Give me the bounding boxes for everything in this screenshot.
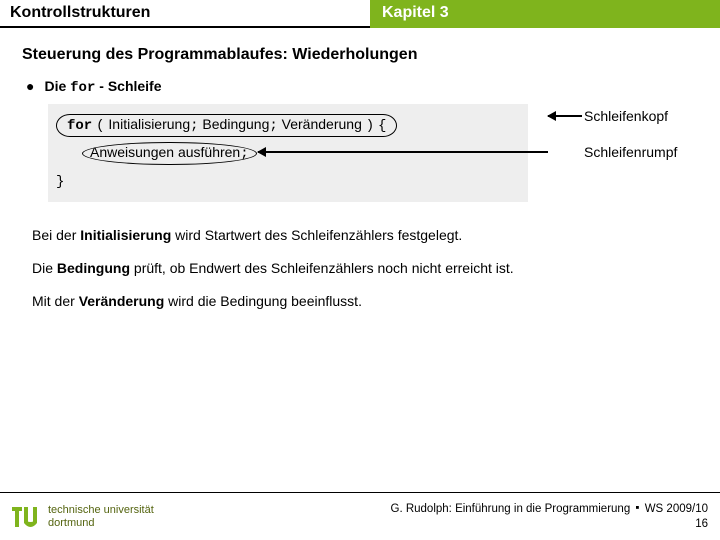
- para-change: Mit der Veränderung wird die Bedingung b…: [32, 292, 698, 311]
- sym-rbrace: }: [56, 174, 64, 190]
- p3c: wird die Bedingung beeinflusst.: [164, 293, 362, 309]
- section-title: Steuerung des Programmablaufes: Wiederho…: [22, 46, 698, 64]
- sym-semi1: ;: [190, 118, 198, 134]
- label-schleifenrumpf: Schleifenrumpf: [584, 144, 677, 160]
- p3b: Veränderung: [79, 293, 165, 309]
- para-init: Bei der Initialisierung wird Startwert d…: [32, 226, 698, 245]
- stmt-ellipse: Anweisungen ausführen;: [82, 142, 257, 165]
- slide-content: Steuerung des Programmablaufes: Wiederho…: [0, 28, 720, 311]
- bullet-suffix: - Schleife: [99, 78, 161, 94]
- footer-credit: G. Rudolph: Einführung in die Programmie…: [391, 502, 709, 532]
- code-head-line: for ( Initialisierung; Bedingung; Veränd…: [56, 110, 520, 138]
- credit-line: G. Rudolph: Einführung in die Programmie…: [391, 502, 709, 517]
- page-number: 16: [391, 517, 709, 532]
- code-close-line: }: [56, 166, 520, 196]
- token-stmt: Anweisungen ausführen: [90, 144, 240, 160]
- token-cond: Bedingung: [202, 116, 269, 132]
- bullet-text: Die for - Schleife: [44, 78, 161, 96]
- para-cond: Die Bedingung prüft, ob Endwert des Schl…: [32, 259, 698, 278]
- token-init: Initialisierung: [108, 116, 190, 132]
- label-schleifenkopf: Schleifenkopf: [584, 108, 668, 124]
- arrow-schleifenkopf: Schleifenkopf: [548, 108, 668, 124]
- header-right-chapter: Kapitel 3: [370, 0, 720, 28]
- sym-semi3: ;: [240, 146, 248, 162]
- p2c: prüft, ob Endwert des Schleifenzählers n…: [130, 260, 514, 276]
- token-change: Veränderung: [282, 116, 362, 132]
- sym-rparen: ): [366, 118, 374, 134]
- kw-for: for: [67, 118, 92, 134]
- sym-semi2: ;: [269, 118, 277, 134]
- for-diagram: for ( Initialisierung; Bedingung; Veränd…: [48, 104, 698, 202]
- university-name: technische universität dortmund: [48, 504, 154, 529]
- arrow-left-long-icon: [258, 151, 548, 153]
- p2a: Die: [32, 260, 57, 276]
- bullet-prefix: Die: [44, 78, 66, 94]
- footer-logo-area: technische universität dortmund: [10, 502, 154, 532]
- tu-logo-icon: [10, 502, 40, 532]
- p1c: wird Startwert des Schleifenzählers fest…: [171, 227, 462, 243]
- bullet-dot-icon: ●: [26, 79, 34, 93]
- sep-dot-icon: ▪: [635, 502, 639, 514]
- code-box: for ( Initialisierung; Bedingung; Veränd…: [48, 104, 528, 202]
- p2b: Bedingung: [57, 260, 130, 276]
- uni-line2: dortmund: [48, 517, 154, 530]
- uni-line1: technische universität: [48, 504, 154, 517]
- bullet-keyword: for: [70, 80, 95, 96]
- arrow-left-icon: [548, 115, 582, 117]
- bullet-for-loop: ● Die for - Schleife: [22, 78, 698, 96]
- header-left-title: Kontrollstrukturen: [0, 0, 370, 28]
- footer-bar: technische universität dortmund G. Rudol…: [0, 492, 720, 540]
- sym-lbrace: {: [378, 118, 386, 134]
- sym-lparen: (: [96, 118, 104, 134]
- credit-term: WS 2009/10: [645, 503, 708, 515]
- p1b: Initialisierung: [80, 227, 171, 243]
- arrow-schleifenrumpf: Schleifenrumpf: [548, 144, 677, 160]
- for-head-ellipse: for ( Initialisierung; Bedingung; Veränd…: [56, 114, 397, 137]
- header-bar: Kontrollstrukturen Kapitel 3: [0, 0, 720, 28]
- p3a: Mit der: [32, 293, 79, 309]
- p1a: Bei der: [32, 227, 80, 243]
- credit-text: G. Rudolph: Einführung in die Programmie…: [391, 503, 631, 515]
